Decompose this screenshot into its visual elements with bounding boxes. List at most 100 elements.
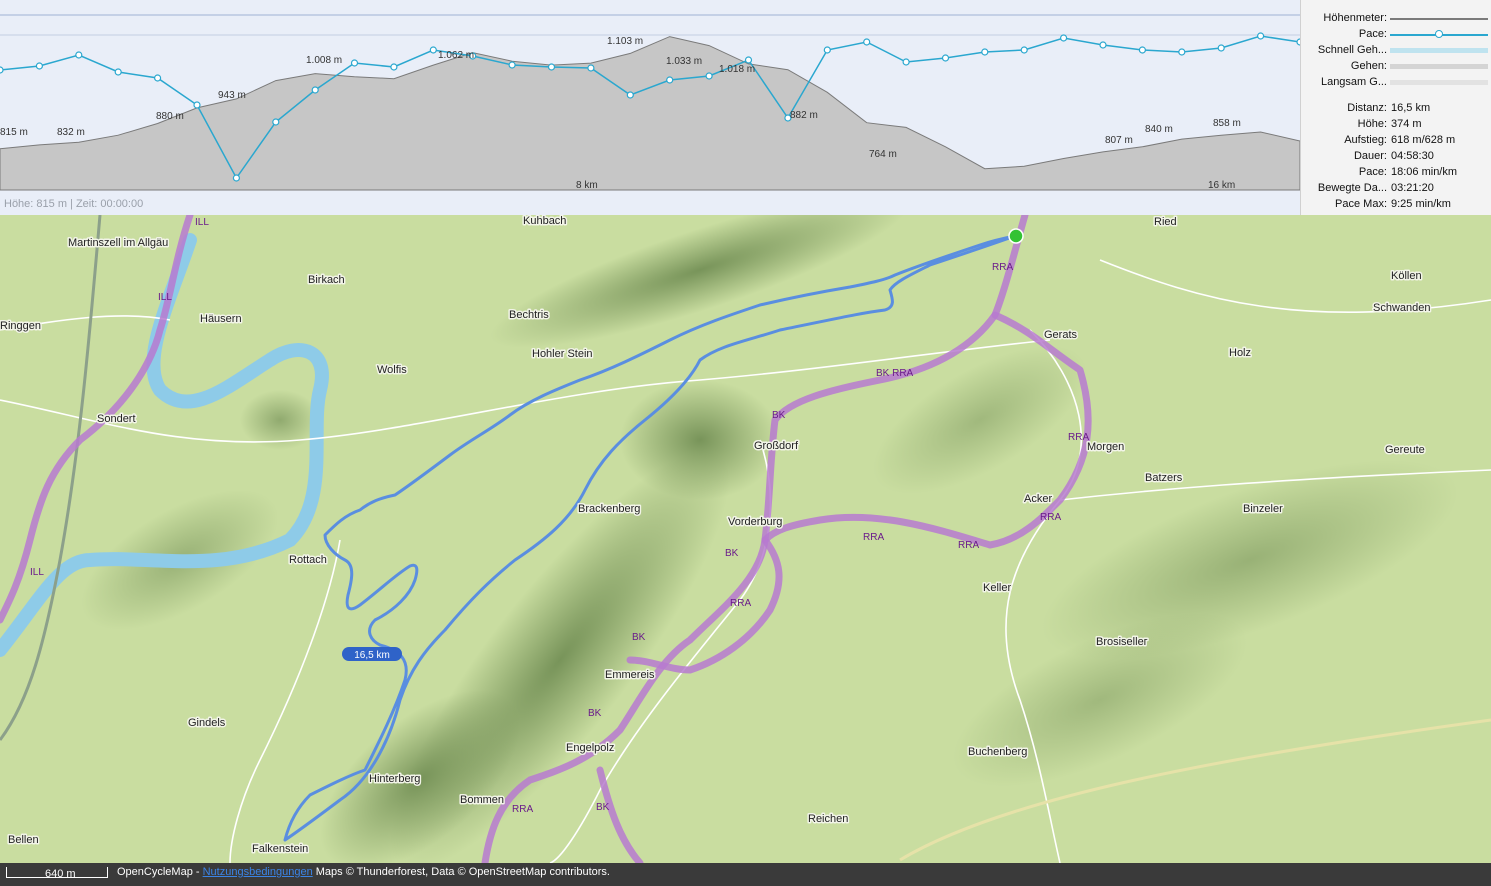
elevation-label: 1.033 m [666, 56, 702, 67]
stat-label: Aufstieg: [1344, 134, 1387, 146]
pace-point [1020, 46, 1028, 54]
pace-point [863, 38, 871, 46]
elevation-label: 858 m [1213, 118, 1241, 129]
pace-point [902, 58, 910, 66]
legend-swatch [1390, 80, 1488, 85]
place-label: Ried [1154, 216, 1177, 228]
place-label: Hinterberg [369, 773, 420, 785]
track-distance-badge[interactable]: 16,5 km [342, 647, 402, 661]
legend-item-walk[interactable]: Gehen: [1301, 58, 1491, 74]
legend-item-fast-walk[interactable]: Schnell Geh... [1301, 42, 1491, 58]
place-label: Keller [983, 582, 1011, 594]
scale-bar: 640 m [6, 867, 108, 880]
elevation-label: 840 m [1145, 124, 1173, 135]
place-label: Großdorf [754, 440, 799, 452]
route-label: ILL [158, 292, 172, 303]
elevation-label: 1.062 m [438, 50, 474, 61]
pace-point [311, 86, 319, 94]
stat-pace-max: Pace Max: 9:25 min/km [1301, 196, 1491, 212]
elevation-label: 880 m [156, 111, 184, 122]
elevation-chart-svg: 815 m 832 m 880 m 943 m 1.008 m 1.062 m … [0, 0, 1300, 194]
place-label: Birkach [308, 274, 345, 286]
place-label: Gerats [1044, 329, 1078, 341]
place-label: Brackenberg [578, 503, 640, 515]
pace-point [154, 74, 162, 82]
route-label: RRA [992, 262, 1013, 273]
place-label: Kuhbach [523, 215, 566, 227]
legend-label: Höhenmeter: [1323, 12, 1387, 24]
place-label: Holz [1229, 347, 1251, 359]
stat-value: 04:58:30 [1391, 150, 1434, 162]
legend-label: Gehen: [1350, 60, 1387, 72]
pace-point [232, 174, 240, 182]
place-label: Batzers [1145, 472, 1183, 484]
legend-label: Schnell Geh... [1317, 44, 1387, 56]
stat-label: Pace: [1358, 166, 1387, 178]
stat-pace: Pace: 18:06 min/km [1301, 164, 1491, 180]
place-label: Morgen [1087, 441, 1124, 453]
pace-point [35, 62, 44, 70]
elevation-profile-chart[interactable]: 815 m 832 m 880 m 943 m 1.008 m 1.062 m … [0, 0, 1300, 215]
pace-point [272, 118, 280, 126]
pace-point [429, 46, 437, 54]
pace-point [508, 61, 516, 69]
place-label: Emmereis [605, 669, 655, 681]
terms-link[interactable]: Nutzungsbedingungen [203, 866, 313, 878]
place-label: Gereute [1385, 444, 1425, 456]
attribution-provider: OpenCycleMap - [117, 866, 200, 878]
place-label: Schwanden [1373, 302, 1431, 314]
legend-label: Langsam G... [1320, 76, 1387, 88]
legend-item-elevation[interactable]: Höhenmeter: [1301, 10, 1491, 26]
route-label: BK [596, 802, 610, 813]
pace-point [823, 46, 831, 54]
map-view[interactable]: 16,5 km ILL ILL ILL RRA BK RRA BK RRA RR… [0, 192, 1491, 870]
place-label: Martinszell im Allgäu [68, 237, 168, 249]
place-label: Binzeler [1243, 503, 1283, 515]
stat-label: Pace Max: [1335, 198, 1387, 210]
route-label: RRA [1040, 512, 1061, 523]
route-label: RRA [730, 598, 751, 609]
pace-point [0, 66, 4, 74]
route-label: RRA [863, 532, 884, 543]
place-label: Falkenstein [252, 843, 308, 855]
route-label: BK RRA [876, 368, 914, 379]
route-label: BK [588, 708, 602, 719]
pace-point [193, 101, 201, 109]
place-label: Bellen [8, 834, 39, 846]
distance-tick-label: 16 km [1208, 180, 1235, 191]
elevation-label: 815 m [0, 127, 28, 138]
chart-status-text: Höhe: 815 m | Zeit: 00:00:00 [4, 198, 144, 210]
legend-swatch [1390, 64, 1488, 69]
pace-point [114, 68, 122, 76]
stat-value: 03:21:20 [1391, 182, 1434, 194]
pace-point [1178, 48, 1186, 56]
place-label: Wolfis [377, 364, 407, 376]
pace-point [626, 91, 634, 99]
elevation-label: 764 m [869, 149, 897, 160]
stat-value: 618 m/628 m [1391, 134, 1456, 146]
legend-item-slow-walk[interactable]: Langsam G... [1301, 74, 1491, 90]
elevation-label: 943 m [218, 90, 246, 101]
legend-item-pace[interactable]: Pace: [1301, 26, 1491, 42]
place-label: Reichen [808, 813, 848, 825]
place-label: Acker [1024, 493, 1052, 505]
elevation-label: 832 m [57, 127, 85, 138]
place-label: Brosisellег [1096, 636, 1148, 648]
pace-point [1256, 32, 1265, 40]
stat-label: Bewegte Da... [1317, 182, 1387, 194]
stat-value: 374 m [1391, 118, 1422, 130]
route-label: RRA [512, 804, 533, 815]
pace-point [941, 54, 950, 62]
place-label: Sondert [97, 413, 136, 425]
legend-label: Pace: [1358, 28, 1387, 40]
elevation-label: 1.018 m [719, 64, 755, 75]
place-label: Häusern [200, 313, 242, 325]
pace-point [547, 63, 556, 71]
place-label: Rottach [289, 554, 327, 566]
legend-panel: Höhenmeter: Pace: Schnell Geh... Gehen: … [1300, 0, 1491, 215]
pace-point [587, 64, 595, 72]
place-label: Vorderburg [728, 516, 782, 528]
track-start-marker[interactable] [1008, 228, 1024, 244]
route-label: RRA [958, 540, 979, 551]
elevation-label: 882 m [790, 110, 818, 121]
